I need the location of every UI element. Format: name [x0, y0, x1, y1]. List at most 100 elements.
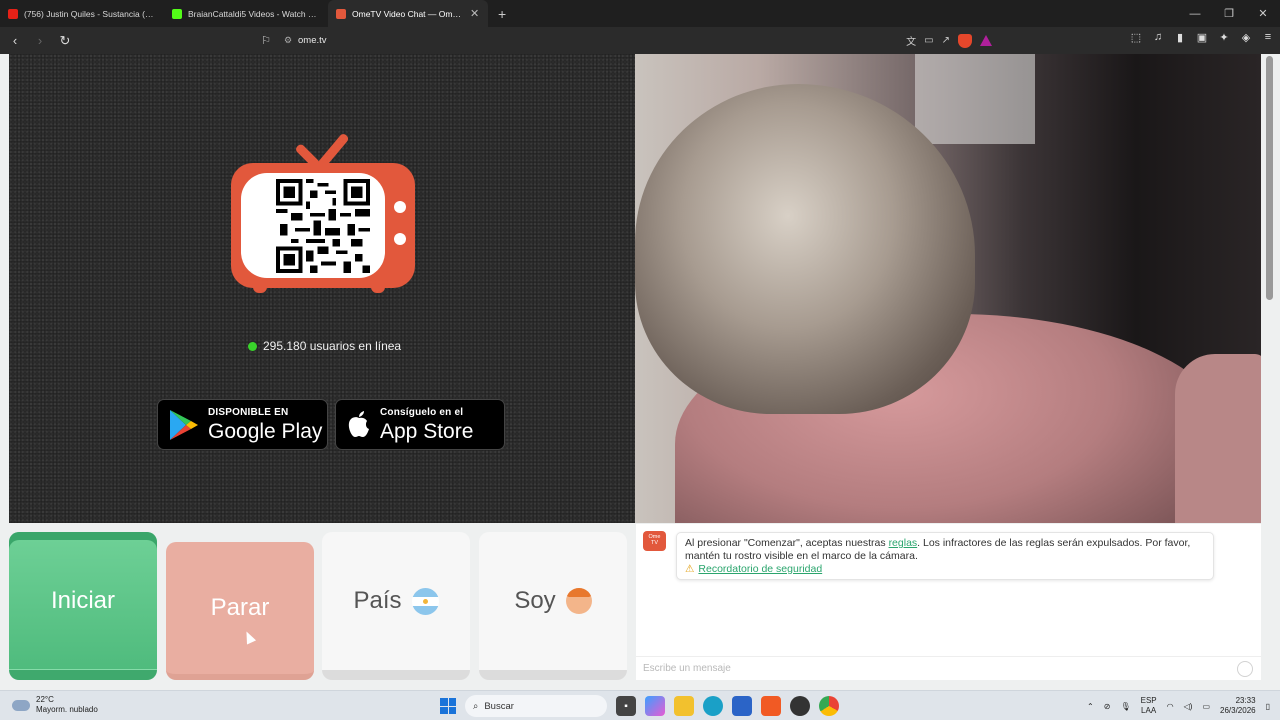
online-status-dot — [248, 341, 257, 351]
chrome-icon[interactable] — [819, 696, 839, 716]
video-person-arm — [1175, 354, 1261, 523]
gender-button[interactable]: Soy — [479, 532, 627, 680]
app-store-big: App Store — [380, 419, 474, 443]
stop-button[interactable]: Parar — [166, 542, 314, 680]
google-play-icon — [170, 409, 198, 440]
notice-text-before: Al presionar "Comenzar", aceptas nuestra… — [685, 537, 889, 549]
system-tray: ⌃ ⊘ 🎙 ESP LAA ◠ ◁) ▭ 23:33 26/3/2026 ▯ — [1087, 694, 1270, 718]
window-controls: — ❐ ✕ — [1178, 0, 1280, 27]
vpn-icon[interactable]: ◈ — [1240, 31, 1252, 44]
logo-text-bottom: TV — [650, 539, 659, 546]
date: 26/3/2026 — [1220, 706, 1256, 715]
tv-leg — [253, 282, 267, 293]
scrollbar-thumb[interactable] — [1266, 56, 1273, 300]
page-scrollbar[interactable] — [1261, 54, 1280, 690]
translate-icon[interactable]: 文 — [906, 33, 916, 48]
wifi-icon[interactable]: ◠ — [1167, 702, 1174, 711]
bookmark-icon[interactable]: ⚐ — [254, 34, 278, 47]
network-off-icon[interactable]: ⊘ — [1104, 702, 1111, 711]
tab-title: OmeTV Video Chat — Omegle — [352, 8, 464, 19]
microphone-icon[interactable]: 🎙 — [1120, 702, 1130, 711]
temperature: 22°C — [36, 695, 54, 704]
store-icon[interactable] — [732, 696, 752, 716]
address-bar[interactable]: ⚐ ⚙ ome.tv 文 ▭ ↗ — [254, 31, 998, 50]
tab-kick[interactable]: BraianCattaldi5 Videos - Watch On-De — [164, 0, 328, 27]
ometv-icon — [336, 8, 346, 19]
volume-icon[interactable]: ◁) — [1184, 702, 1193, 711]
battery-icon[interactable]: ▭ — [1202, 702, 1210, 711]
reload-icon[interactable]: ↻ — [55, 31, 75, 51]
rules-notice: Al presionar "Comenzar", aceptas nuestra… — [676, 532, 1214, 580]
restore-icon[interactable]: ❐ — [1212, 0, 1246, 27]
online-count: 295.180 usuarios en línea — [263, 339, 402, 353]
game-app-icon[interactable] — [790, 696, 810, 716]
back-icon[interactable]: ‹ — [5, 31, 25, 51]
remote-video-panel — [635, 54, 1261, 523]
edge-icon[interactable] — [703, 696, 723, 716]
sidebar-icon[interactable]: ▮ — [1174, 31, 1186, 44]
local-video-panel: 295.180 usuarios en línea DISPONIBLE EN … — [9, 54, 635, 523]
ometv-page: 295.180 usuarios en línea DISPONIBLE EN … — [0, 54, 1280, 690]
video-background — [915, 54, 1035, 144]
tv-knob — [394, 233, 406, 245]
media-icon[interactable]: ♫ — [1152, 31, 1164, 44]
rules-link[interactable]: reglas — [889, 537, 918, 549]
country-button[interactable]: País — [322, 532, 470, 680]
weather-widget[interactable]: 22°C Mayorm. nublado — [12, 695, 98, 715]
cast-icon[interactable]: ▭ — [924, 35, 933, 46]
browser-tab-strip: (756) Justin Quiles - Sustancia (DAY 6 B… — [0, 0, 1280, 27]
language-indicator[interactable]: ESP LAA — [1141, 696, 1157, 716]
ometv-chat-logo: Ome TV — [643, 531, 666, 551]
menu-icon[interactable]: ≡ — [1262, 31, 1274, 44]
app-store-badge[interactable]: Consíguelo en el App Store — [335, 399, 505, 450]
url-text[interactable]: ome.tv — [298, 35, 327, 46]
app-store-small: Consíguelo en el — [380, 406, 464, 418]
brave-icon[interactable] — [761, 696, 781, 716]
taskbar-search[interactable]: ⌕ Buscar — [465, 695, 607, 717]
warning-icon: ⚠ — [685, 563, 695, 575]
boy-emoji-icon — [565, 588, 592, 614]
ometv-qr-logo — [231, 130, 415, 300]
kick-icon — [172, 8, 182, 19]
toolbar-actions: ⬚ ♫ ▮ ▣ ✦ ◈ ≡ — [1130, 31, 1274, 44]
safety-reminder-link[interactable]: Recordatorio de seguridad — [698, 563, 822, 575]
windows-start-icon[interactable] — [440, 698, 456, 714]
brave-shield-icon[interactable] — [958, 33, 972, 48]
forward-icon[interactable]: › — [30, 31, 50, 51]
copilot-icon[interactable] — [645, 696, 665, 716]
minimize-icon[interactable]: — — [1178, 0, 1212, 27]
tray-overflow-icon[interactable]: ⌃ — [1087, 702, 1094, 711]
wallet-icon[interactable]: ▣ — [1196, 31, 1208, 44]
notification-icon[interactable]: ▯ — [1266, 702, 1270, 711]
tab-title: BraianCattaldi5 Videos - Watch On-De — [188, 8, 320, 19]
address-bar-actions: 文 ▭ ↗ — [906, 31, 998, 50]
close-tab-icon[interactable]: ✕ — [470, 7, 480, 20]
emoji-icon[interactable] — [1237, 661, 1253, 677]
share-icon[interactable]: ↗ — [942, 35, 950, 46]
google-play-small: DISPONIBLE EN — [208, 406, 289, 418]
brave-rewards-icon[interactable] — [980, 35, 992, 46]
tab-youtube[interactable]: (756) Justin Quiles - Sustancia (DAY 6 — [0, 0, 164, 27]
message-placeholder: Escribe un mensaje — [643, 663, 731, 674]
close-window-icon[interactable]: ✕ — [1246, 0, 1280, 27]
search-icon: ⌕ — [473, 700, 479, 712]
gender-label: Soy — [514, 587, 556, 614]
taskbar-apps: ⌕ Buscar ▪ — [440, 694, 839, 718]
clock[interactable]: 23:33 26/3/2026 — [1220, 696, 1256, 716]
weather-condition: Mayorm. nublado — [36, 705, 98, 714]
qr-code[interactable] — [275, 179, 371, 273]
tab-title: (756) Justin Quiles - Sustancia (DAY 6 — [24, 8, 156, 19]
screenshot-icon[interactable]: ⬚ — [1130, 31, 1142, 44]
file-explorer-icon[interactable] — [674, 696, 694, 716]
search-label: Buscar — [484, 700, 514, 712]
message-input[interactable]: Escribe un mensaje — [636, 656, 1261, 680]
new-tab-button[interactable]: + — [498, 6, 506, 22]
tab-ometv[interactable]: OmeTV Video Chat — Omegle ✕ — [328, 0, 488, 27]
google-play-badge[interactable]: DISPONIBLE EN Google Play — [157, 399, 328, 450]
task-view-icon[interactable]: ▪ — [616, 696, 636, 716]
language-top: ESP — [1140, 696, 1157, 705]
site-info-icon[interactable]: ⚙ — [278, 35, 298, 46]
start-button[interactable]: Iniciar — [9, 532, 157, 680]
leo-ai-icon[interactable]: ✦ — [1218, 31, 1230, 44]
tv-knob — [394, 201, 406, 213]
